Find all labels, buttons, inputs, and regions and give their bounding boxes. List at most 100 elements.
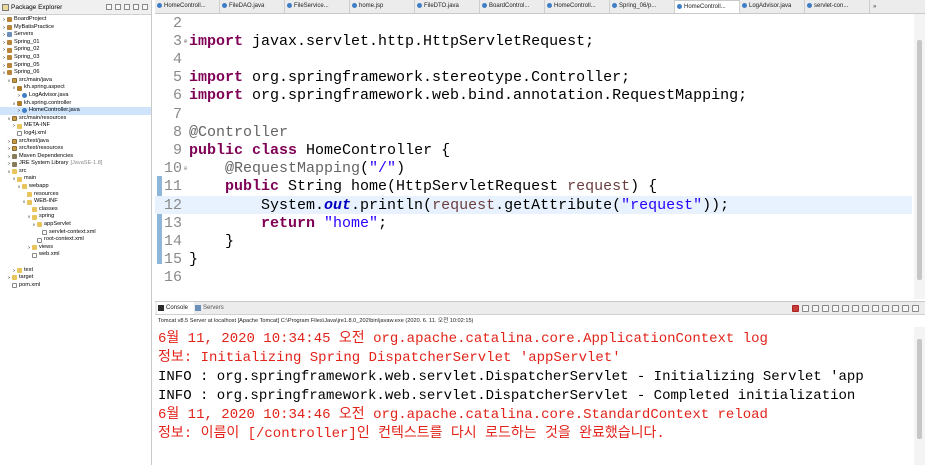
editor-tab[interactable]: FileDAO.java	[220, 0, 285, 13]
expanded-arrow-icon[interactable]: v	[7, 115, 11, 123]
collapsed-arrow-icon[interactable]: >	[2, 31, 6, 39]
package-explorer-title[interactable]: Package Explorer	[11, 4, 62, 11]
tree-item[interactable]: > src/test/java	[0, 138, 151, 146]
expanded-arrow-icon[interactable]: v	[27, 213, 31, 221]
terminate-icon[interactable]	[792, 304, 799, 312]
maximize-icon[interactable]	[142, 4, 148, 10]
collapse-all-icon[interactable]	[106, 4, 112, 10]
editor-tab[interactable]: HomeControll...	[545, 0, 610, 13]
expanded-arrow-icon[interactable]: v	[7, 168, 11, 176]
tree-item[interactable]: > BoardProject	[0, 16, 151, 24]
tree-item[interactable]: v src	[0, 168, 151, 176]
tree-item[interactable]: root-context.xml	[0, 236, 151, 244]
code-area[interactable]: 2 3 ⊕ import javax.servlet.http.HttpServlet…	[155, 14, 925, 299]
minimize-icon[interactable]	[133, 4, 139, 10]
tree-item[interactable]: > JRE System Library [JavaSE-1.8]	[0, 160, 151, 168]
fold-toggle-icon[interactable]: ⊖	[182, 165, 189, 172]
collapsed-arrow-icon[interactable]: >	[7, 274, 11, 282]
expanded-arrow-icon[interactable]: v	[2, 69, 6, 77]
maximize-icon[interactable]	[912, 304, 919, 312]
tree-item[interactable]: servlet-context.xml	[0, 229, 151, 237]
tree-item[interactable]: v spring	[0, 213, 151, 221]
tree-item[interactable]: > Spring_02	[0, 46, 151, 54]
code-line[interactable]: 16	[155, 269, 912, 287]
code-line[interactable]: 14 }	[155, 232, 912, 250]
tree-item[interactable]: web.xml	[0, 251, 151, 259]
collapsed-arrow-icon[interactable]: >	[17, 107, 21, 115]
editor-tab[interactable]: LogAdvisor.java	[740, 0, 805, 13]
show-on-stdout-icon[interactable]	[852, 304, 859, 312]
expanded-arrow-icon[interactable]: v	[12, 100, 16, 108]
collapsed-arrow-icon[interactable]: >	[17, 92, 21, 100]
collapsed-arrow-icon[interactable]: >	[12, 122, 16, 130]
tree-item[interactable]: v kh.spring.aspect	[0, 84, 151, 92]
tree-item[interactable]: pom.xml	[0, 282, 151, 290]
expanded-arrow-icon[interactable]: v	[32, 221, 36, 229]
tree-item[interactable]: v WEB-INF	[0, 198, 151, 206]
code-line[interactable]: 7	[155, 105, 912, 123]
editor-tab[interactable]: BoardControl...	[480, 0, 545, 13]
collapsed-arrow-icon[interactable]: >	[7, 153, 11, 161]
collapsed-arrow-icon[interactable]: >	[2, 16, 6, 24]
editor-scroll-thumb[interactable]	[917, 40, 922, 280]
collapsed-arrow-icon[interactable]: >	[2, 46, 6, 54]
expanded-arrow-icon[interactable]: v	[22, 198, 26, 206]
collapsed-arrow-icon[interactable]: >	[2, 62, 6, 70]
editor-tab[interactable]: home.jsp	[350, 0, 415, 13]
fold-toggle-icon[interactable]: ⊕	[182, 38, 189, 45]
collapsed-arrow-icon[interactable]: >	[7, 145, 11, 153]
tree-item[interactable]	[0, 259, 151, 267]
tree-item[interactable]: > META-INF	[0, 122, 151, 130]
remove-launch-icon[interactable]	[802, 304, 809, 312]
tree-item[interactable]: > target	[0, 274, 151, 282]
more-tabs-icon[interactable]: »	[870, 1, 879, 13]
expanded-arrow-icon[interactable]: v	[12, 84, 16, 92]
remove-all-icon[interactable]	[812, 304, 819, 312]
tree-item[interactable]: > HomeController.java	[0, 107, 151, 115]
code-line[interactable]: 12 System.out.println(request.getAttribu…	[155, 196, 912, 215]
tree-item[interactable]: > Maven Dependencies	[0, 153, 151, 161]
editor-tab[interactable]: servlet-con...	[805, 0, 870, 13]
tree-item[interactable]: v src/main/java	[0, 77, 151, 85]
editor-tab[interactable]: HomeControll...	[155, 0, 220, 13]
tab-console[interactable]: Console	[157, 302, 195, 314]
collapsed-arrow-icon[interactable]: >	[12, 267, 16, 275]
clear-console-icon[interactable]	[822, 304, 829, 312]
collapsed-arrow-icon[interactable]: >	[2, 54, 6, 62]
tree-item[interactable]: v main	[0, 175, 151, 183]
link-with-editor-icon[interactable]	[115, 4, 121, 10]
code-line[interactable]: 11 public String home(HttpServletRequest…	[155, 178, 912, 196]
minimize-icon[interactable]	[902, 304, 909, 312]
tree-item[interactable]: > LogAdvisor.java	[0, 92, 151, 100]
expanded-arrow-icon[interactable]: v	[17, 183, 21, 191]
editor-tab[interactable]: FileDTO.java	[415, 0, 480, 13]
code-line[interactable]: 10 ⊖ @RequestMapping("/")	[155, 160, 912, 178]
code-line[interactable]: 4	[155, 50, 912, 68]
collapsed-arrow-icon[interactable]: >	[7, 138, 11, 146]
editor-scrollbar[interactable]	[914, 14, 925, 299]
tree-item[interactable]: v webapp	[0, 183, 151, 191]
tree-item[interactable]: resources	[0, 191, 151, 199]
tab-servers[interactable]: Servers	[194, 302, 230, 314]
show-on-stderr-icon[interactable]	[862, 304, 869, 312]
collapsed-arrow-icon[interactable]: >	[7, 160, 11, 168]
code-line[interactable]: 2	[155, 14, 912, 32]
expanded-arrow-icon[interactable]: v	[12, 175, 16, 183]
pin-console-icon[interactable]	[872, 304, 879, 312]
scroll-lock-icon[interactable]	[832, 304, 839, 312]
editor-tab[interactable]: Spring_06/p...	[610, 0, 675, 13]
open-console-icon[interactable]	[892, 304, 899, 312]
tree-item[interactable]: > MyBatisPractice	[0, 24, 151, 32]
view-menu-icon[interactable]	[124, 4, 130, 10]
tree-item[interactable]: > test	[0, 267, 151, 275]
code-line[interactable]: 15}	[155, 251, 912, 269]
display-console-icon[interactable]	[882, 304, 889, 312]
tree-item[interactable]: v Spring_06	[0, 69, 151, 77]
tree-item[interactable]: > Servers	[0, 31, 151, 39]
tree-item[interactable]: v kh.spring.controller	[0, 100, 151, 108]
editor-tab[interactable]: FileService...	[285, 0, 350, 13]
tree-item[interactable]: classes	[0, 206, 151, 214]
collapsed-arrow-icon[interactable]: >	[27, 244, 31, 252]
expanded-arrow-icon[interactable]: v	[7, 77, 11, 85]
tree-item[interactable]: v appServlet	[0, 221, 151, 229]
